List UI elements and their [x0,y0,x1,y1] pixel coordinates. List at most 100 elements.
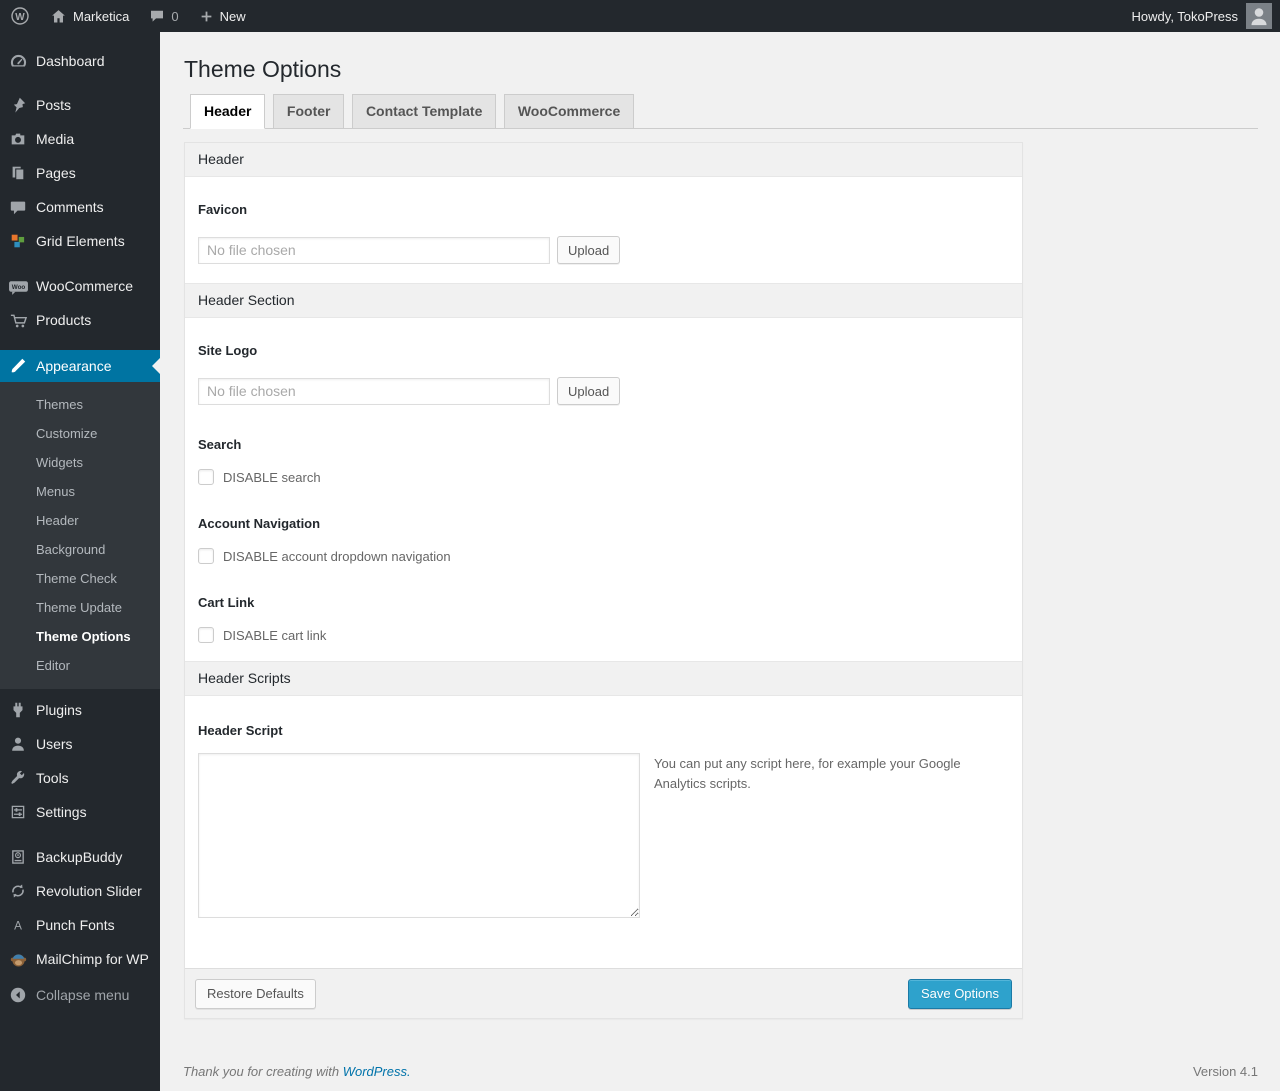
sidebar-item-label: Dashboard [36,53,105,69]
site-name-link[interactable]: Marketica [40,0,139,32]
submenu-item-customize[interactable]: Customize [0,419,160,448]
section-header: Header [185,143,1022,177]
svg-text:A: A [14,919,22,932]
svg-text:W: W [15,12,25,23]
section-header-section: Header Section [185,283,1022,318]
submenu-item-menus[interactable]: Menus [0,477,160,506]
submenu-item-themes[interactable]: Themes [0,390,160,419]
howdy-text[interactable]: Howdy, TokoPress [1132,9,1238,24]
appearance-submenu: Themes Customize Widgets Menus Header Ba… [0,382,160,689]
sidebar-item-label: Appearance [36,358,112,374]
site-logo-upload-button[interactable]: Upload [557,377,621,405]
sidebar-item-label: Revolution Slider [36,883,142,899]
collapse-arrow-icon [0,986,36,1004]
submenu-item-theme-update[interactable]: Theme Update [0,593,160,622]
sidebar-item-tools[interactable]: Tools [0,761,160,795]
collapse-menu-button[interactable]: Collapse menu [0,978,160,1012]
footer-thanks: Thank you for creating with WordPress. [183,1064,411,1079]
wordpress-logo-icon: W [10,6,30,26]
main-content: Theme Options Header Footer Contact Temp… [160,32,1280,1091]
comments-shortcut[interactable]: 0 [139,0,188,32]
theme-options-panel: Header Favicon Upload Header Section Sit… [184,142,1023,1019]
sidebar-item-label: Products [36,312,92,328]
favicon-upload-button[interactable]: Upload [557,236,621,264]
sidebar-item-revolution-slider[interactable]: Revolution Slider [0,874,160,908]
disable-account-nav-label: DISABLE account dropdown navigation [223,548,451,564]
home-icon [50,8,67,25]
tab-header[interactable]: Header [190,94,266,129]
sidebar-item-label: WooCommerce [36,278,133,294]
sidebar-item-grid-elements[interactable]: Grid Elements [0,224,160,258]
sidebar-item-punch-fonts[interactable]: A Punch Fonts [0,908,160,942]
header-script-textarea[interactable] [198,753,640,918]
disable-cart-link-checkbox[interactable] [198,627,214,643]
sidebar-item-dashboard[interactable]: Dashboard [0,44,160,78]
submenu-item-widgets[interactable]: Widgets [0,448,160,477]
sidebar-item-label: Tools [36,770,69,786]
tab-contact-template[interactable]: Contact Template [351,94,497,129]
page-footer: Thank you for creating with WordPress. V… [183,1064,1258,1079]
sidebar-item-posts[interactable]: Posts [0,88,160,122]
submenu-item-theme-check[interactable]: Theme Check [0,564,160,593]
sidebar-item-plugins[interactable]: Plugins [0,693,160,727]
sidebar-item-label: Users [36,736,73,752]
plus-icon [199,9,214,24]
sidebar-item-users[interactable]: Users [0,727,160,761]
sidebar-item-appearance[interactable]: Appearance [0,350,160,382]
disable-account-nav-checkbox[interactable] [198,548,214,564]
submenu-item-theme-options[interactable]: Theme Options [0,622,160,651]
restore-defaults-button[interactable]: Restore Defaults [195,978,316,1009]
favicon-label: Favicon [198,202,248,217]
sidebar-item-label: Posts [36,97,72,113]
header-script-help: You can put any script here, for example… [654,756,961,791]
save-options-button[interactable]: Save Options [907,978,1012,1009]
sidebar-item-comments[interactable]: Comments [0,190,160,224]
user-icon [0,735,36,753]
sidebar-item-label: Comments [36,199,104,215]
account-navigation-label: Account Navigation [198,516,321,531]
sidebar-item-mailchimp[interactable]: MailChimp for WP [0,942,160,976]
sidebar-item-pages[interactable]: Pages [0,156,160,190]
sidebar-item-woocommerce[interactable]: Woo WooCommerce [0,269,160,303]
comment-bubble-icon [149,8,165,24]
monkey-icon [0,950,36,969]
sidebar-item-products[interactable]: Products [0,303,160,337]
submenu-item-editor[interactable]: Editor [0,651,160,680]
new-content-menu[interactable]: New [189,0,256,32]
panel-footer: Restore Defaults Save Options [185,968,1022,1018]
cart-link-label: Cart Link [198,595,255,610]
wordpress-link[interactable]: WordPress. [343,1064,411,1079]
dashboard-icon [0,52,36,71]
cart-icon [0,311,36,330]
sidebar-item-media[interactable]: Media [0,122,160,156]
sidebar-item-settings[interactable]: Settings [0,795,160,829]
camera-icon [0,130,36,148]
sidebar-item-backupbuddy[interactable]: BackupBuddy [0,840,160,874]
pages-icon [0,164,36,182]
site-logo-file-input[interactable] [198,377,550,405]
sliders-icon [0,803,36,821]
woo-badge-icon: Woo [0,276,36,297]
search-label: Search [198,437,242,452]
pushpin-icon [0,96,36,114]
avatar[interactable] [1246,3,1272,29]
sidebar-item-label: Grid Elements [36,233,125,249]
sidebar-item-label: Media [36,131,75,147]
sidebar-item-label: BackupBuddy [36,849,123,865]
disable-search-checkbox[interactable] [198,469,214,485]
backup-disk-icon [0,848,36,866]
favicon-row: Favicon Upload [185,177,1022,283]
sidebar-item-label: Pages [36,165,76,181]
tab-footer[interactable]: Footer [272,94,345,129]
svg-text:Woo: Woo [11,284,25,291]
submenu-item-background[interactable]: Background [0,535,160,564]
submenu-item-header[interactable]: Header [0,506,160,535]
favicon-file-input[interactable] [198,236,550,264]
disable-cart-link-label: DISABLE cart link [223,627,327,643]
brush-icon [0,357,36,375]
page-title: Theme Options [184,56,342,82]
wordpress-logo-menu[interactable]: W [0,0,40,32]
tab-woocommerce[interactable]: WooCommerce [503,94,635,129]
sidebar-item-label: Settings [36,804,87,820]
letter-a-icon: A [0,916,36,934]
